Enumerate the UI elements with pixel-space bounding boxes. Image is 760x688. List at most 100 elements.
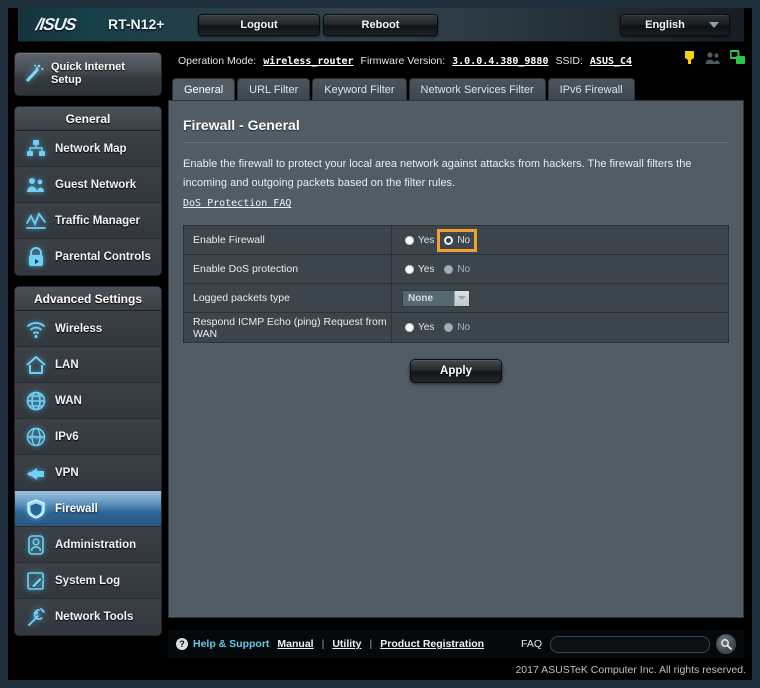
sidebar-item-wan[interactable]: WAN	[15, 383, 161, 419]
router-admin-page: /ISUS RT-N12+ Logout Reboot English Quic…	[0, 0, 760, 688]
sidebar-group-general: General Network Map Guest Network Traffi…	[14, 106, 162, 276]
apply-button[interactable]: Apply	[410, 359, 502, 383]
radio-label: No	[457, 322, 471, 333]
admin-user-icon	[25, 534, 47, 556]
tab-network-services-filter[interactable]: Network Services Filter	[408, 78, 546, 100]
enable-dos-no-option[interactable]: No	[441, 262, 473, 277]
sidebar-label: Guest Network	[55, 178, 137, 191]
tab-bar: General URL Filter Keyword Filter Networ…	[172, 78, 637, 100]
radio-dot-selected-icon	[405, 264, 414, 274]
tab-url-filter[interactable]: URL Filter	[237, 78, 311, 100]
logged-packets-type-select[interactable]: None	[402, 289, 470, 307]
row-label: Enable Firewall	[184, 226, 392, 254]
sidebar-item-vpn[interactable]: VPN	[15, 455, 161, 491]
faq-search-input[interactable]	[551, 639, 709, 655]
respond-icmp-radio-group: Yes No	[402, 320, 477, 335]
row-label: Respond ICMP Echo (ping) Request from WA…	[184, 313, 392, 342]
sidebar-item-parental-controls[interactable]: Parental Controls	[15, 239, 161, 275]
guest-network-icon	[25, 174, 47, 196]
tab-keyword-filter[interactable]: Keyword Filter	[312, 78, 407, 100]
sidebar-label: Network Map	[55, 142, 127, 155]
apply-button-row: Apply	[169, 359, 743, 383]
help-and-support-link[interactable]: Help & Support	[193, 638, 269, 650]
table-row: Enable DoS protection Yes No	[184, 255, 728, 284]
row-value: Yes No	[392, 313, 728, 342]
title-divider	[183, 142, 729, 143]
radio-dot-disabled-icon	[444, 264, 454, 274]
reboot-button[interactable]: Reboot	[323, 14, 438, 36]
top-header-bar: /ISUS RT-N12+ Logout Reboot English	[18, 8, 744, 42]
firmware-version-label: Firmware Version:	[360, 55, 446, 67]
sidebar-group-advanced: Advanced Settings Wireless LAN WAN IPv6 …	[14, 286, 162, 636]
sidebar-label: Parental Controls	[55, 251, 151, 263]
tab-ipv6-firewall[interactable]: IPv6 Firewall	[547, 78, 635, 100]
select-value: None	[408, 292, 433, 304]
product-registration-link[interactable]: Product Registration	[380, 638, 484, 650]
ssid-value[interactable]: ASUS_C4	[590, 56, 632, 67]
wps-key-icon[interactable]	[683, 50, 696, 65]
language-label: English	[645, 19, 685, 31]
faq-search-field[interactable]	[550, 635, 710, 655]
sidebar-item-network-map[interactable]: Network Map	[15, 131, 161, 167]
radio-label: No	[457, 263, 471, 275]
table-row: Logged packets type None	[184, 284, 728, 313]
sidebar-group-advanced-header: Advanced Settings	[15, 287, 161, 311]
footer-separator: |	[369, 638, 373, 650]
guest-users-icon[interactable]	[705, 51, 721, 65]
sidebar-label: VPN	[55, 466, 79, 479]
network-tools-icon	[25, 606, 47, 628]
enable-dos-yes-option[interactable]: Yes	[402, 262, 437, 277]
enable-firewall-yes-option[interactable]: Yes	[402, 233, 437, 248]
sidebar: Quick Internet Setup General Network Map…	[14, 52, 162, 636]
radio-label: Yes	[418, 322, 435, 333]
chevron-down-icon	[709, 22, 719, 28]
operation-mode-value[interactable]: wireless_router	[263, 56, 353, 67]
sidebar-item-system-log[interactable]: System Log	[15, 563, 161, 599]
firmware-version-value[interactable]: 3.0.0.4.380_9880	[452, 56, 548, 67]
respond-icmp-yes-option[interactable]: Yes	[402, 320, 437, 335]
page-title: Firewall - General	[183, 117, 300, 133]
row-label: Logged packets type	[184, 284, 392, 312]
sidebar-item-wireless[interactable]: Wireless	[15, 311, 161, 347]
sidebar-label: System Log	[55, 574, 121, 587]
radio-label: No	[457, 234, 471, 246]
row-value: None	[392, 284, 728, 312]
magic-wand-icon	[23, 63, 45, 85]
sidebar-label: WAN	[55, 394, 82, 407]
vpn-key-icon	[25, 462, 47, 484]
globe-icon	[25, 390, 47, 412]
sidebar-label: IPv6	[55, 430, 79, 443]
row-value: Yes No	[392, 226, 728, 254]
sidebar-item-firewall[interactable]: Firewall	[15, 491, 161, 527]
network-map-icon	[25, 138, 47, 160]
shield-icon	[25, 498, 47, 520]
main-panel: Firewall - General Enable the firewall t…	[168, 100, 744, 618]
row-value: Yes No	[392, 255, 728, 283]
tab-general[interactable]: General	[172, 78, 236, 100]
radio-label: Yes	[418, 263, 435, 275]
radio-dot-disabled-icon	[444, 323, 454, 332]
operation-mode-label: Operation Mode:	[178, 55, 257, 67]
operation-mode-bar: Operation Mode: wireless_router Firmware…	[168, 48, 744, 74]
respond-icmp-no-option[interactable]: No	[441, 320, 473, 335]
asus-logo: /ISUS	[34, 15, 77, 34]
utility-link[interactable]: Utility	[332, 638, 361, 650]
faq-search-button[interactable]	[716, 634, 736, 654]
sidebar-item-network-tools[interactable]: Network Tools	[15, 599, 161, 635]
chevron-down-icon	[454, 290, 469, 306]
language-selector[interactable]: English	[620, 14, 730, 36]
usb-network-icon[interactable]	[730, 50, 746, 65]
sidebar-label: Network Tools	[55, 611, 134, 623]
sidebar-item-traffic-manager[interactable]: Traffic Manager	[15, 203, 161, 239]
enable-firewall-no-option[interactable]: No	[437, 228, 478, 252]
table-row: Enable Firewall Yes No	[184, 226, 728, 255]
sidebar-item-lan[interactable]: LAN	[15, 347, 161, 383]
sidebar-item-ipv6[interactable]: IPv6 IPv6	[15, 419, 161, 455]
enable-dos-protection-radio-group: Yes No	[402, 262, 477, 277]
sidebar-item-administration[interactable]: Administration	[15, 527, 161, 563]
dos-protection-faq-link[interactable]: DoS Protection FAQ	[183, 198, 291, 209]
sidebar-item-guest-network[interactable]: Guest Network	[15, 167, 161, 203]
manual-link[interactable]: Manual	[277, 638, 313, 650]
logout-button[interactable]: Logout	[198, 14, 320, 36]
sidebar-item-quick-internet-setup[interactable]: Quick Internet Setup	[14, 52, 162, 96]
